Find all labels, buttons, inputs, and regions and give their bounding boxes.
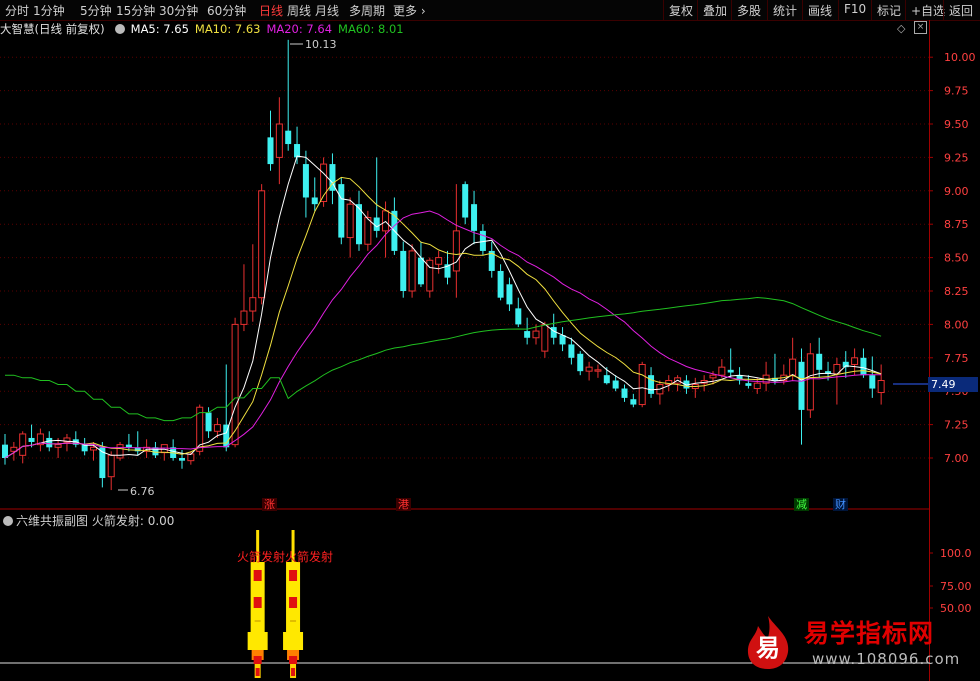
candle-body-down bbox=[648, 375, 655, 394]
indicator-axis-label: 100.0 bbox=[940, 547, 972, 560]
candle-body-up bbox=[753, 382, 761, 390]
candle-body-down bbox=[311, 197, 318, 205]
candle-body-up bbox=[213, 424, 221, 432]
candle-body-up bbox=[275, 123, 283, 158]
candle-body-down bbox=[798, 361, 805, 410]
kline-chart[interactable]: 10.00 9.75 9.50 9.25 9.00 8.75 8.50 8.25 8.00 7.7… bbox=[0, 0, 980, 681]
price-axis-label: 9.00 bbox=[944, 185, 969, 198]
candle-body-down bbox=[497, 270, 504, 298]
candle-body-down bbox=[577, 353, 584, 372]
candle-body-up bbox=[638, 363, 646, 406]
candle-body-down bbox=[28, 437, 35, 442]
candle-body-down bbox=[400, 250, 407, 291]
price-axis-label: 7.75 bbox=[944, 352, 969, 365]
price-axis-label: 7.00 bbox=[944, 452, 969, 465]
candle-body-down bbox=[125, 444, 132, 448]
candle-body-down bbox=[179, 458, 185, 461]
candle-body-up bbox=[382, 210, 390, 232]
high-price-label: 10.13 bbox=[305, 38, 337, 51]
watermark-icon-char: 易 bbox=[756, 634, 780, 662]
candle-body-down bbox=[745, 383, 752, 386]
price-axis-label: 9.75 bbox=[944, 85, 969, 98]
candle-body-down bbox=[294, 144, 301, 158]
indicator-axis-label: 75.00 bbox=[940, 580, 972, 593]
candle-body-down bbox=[568, 344, 575, 358]
candle-body-down bbox=[869, 375, 876, 389]
ma5-line bbox=[4, 155, 882, 459]
candle-body-up bbox=[249, 297, 257, 312]
event-marker-reduce[interactable]: 减 bbox=[794, 498, 809, 511]
ma10-line bbox=[4, 176, 882, 459]
price-axis-label: 8.50 bbox=[944, 252, 969, 265]
rocket-value: 火箭发射: 0.00 bbox=[91, 514, 175, 528]
candle-body-up bbox=[240, 310, 248, 325]
price-axis-label: 7.25 bbox=[944, 419, 969, 432]
candle-body-down bbox=[205, 412, 212, 432]
price-axis-label: 10.00 bbox=[944, 51, 976, 64]
candle-body-up bbox=[806, 353, 814, 411]
candle-body-up bbox=[90, 446, 97, 451]
rocket-signal-text: 火箭发射火箭发射 bbox=[237, 550, 334, 564]
candle-body-up bbox=[54, 444, 62, 448]
candle-body-up bbox=[532, 330, 540, 339]
price-axis-label: 8.75 bbox=[944, 218, 969, 231]
candle-body-up bbox=[851, 357, 859, 365]
watermark-title: 易学指标网 bbox=[804, 619, 935, 648]
candle-body-down bbox=[612, 380, 619, 389]
candle-body-up bbox=[718, 366, 726, 376]
candle-body-down bbox=[302, 164, 309, 198]
candle-body-down bbox=[417, 257, 424, 285]
candle-body-down bbox=[603, 375, 610, 384]
candle-body-down bbox=[621, 388, 628, 398]
indicator-name[interactable]: 六维共振副图 bbox=[16, 514, 88, 528]
candle-body-up bbox=[160, 444, 168, 454]
indicator-title-bar: 六维共振副图 火箭发射: 0.00 bbox=[3, 512, 174, 529]
watermark: 易 易学指标网 www.108096.com bbox=[742, 608, 978, 678]
candle-body-up bbox=[877, 380, 885, 394]
candle-body-down bbox=[515, 308, 522, 325]
event-marker-hk[interactable]: 港 bbox=[396, 498, 411, 511]
ma60-line bbox=[5, 296, 882, 422]
low-price-label: 6.76 bbox=[130, 485, 155, 498]
current-price-tag: 7.49 bbox=[928, 377, 978, 392]
candle-body-up bbox=[541, 323, 549, 352]
candle-body-down bbox=[373, 217, 380, 231]
ma20-line bbox=[4, 210, 882, 459]
candle-body-up bbox=[19, 433, 27, 456]
candle-body-down bbox=[338, 184, 345, 238]
event-marker-finance[interactable]: 财 bbox=[833, 498, 848, 511]
candle-body-up bbox=[585, 366, 593, 372]
candle-body-down bbox=[46, 437, 53, 448]
candle-body-down bbox=[727, 369, 734, 373]
candle-body-up bbox=[789, 358, 797, 376]
candle-body-down bbox=[816, 353, 823, 370]
price-axis-label: 8.00 bbox=[944, 318, 969, 331]
candle-body-up bbox=[709, 374, 717, 379]
price-axis-label: 9.50 bbox=[944, 118, 969, 131]
watermark-url: www.108096.com bbox=[812, 650, 961, 668]
price-axis-label: 8.25 bbox=[944, 285, 969, 298]
candle-body-up bbox=[408, 250, 416, 292]
candle-body-down bbox=[267, 137, 274, 165]
candle-body-up bbox=[346, 203, 354, 239]
candle-body-up bbox=[594, 369, 602, 372]
candle-body-up bbox=[452, 230, 460, 272]
candle-body-down bbox=[524, 331, 531, 338]
candle-body-down bbox=[630, 399, 637, 405]
candle-body-down bbox=[471, 204, 478, 231]
candle-body-down bbox=[506, 284, 513, 305]
candle-body-up bbox=[258, 190, 266, 299]
candle-body-up bbox=[116, 444, 124, 459]
candle-body-down bbox=[860, 357, 867, 376]
indicator-gear-icon[interactable] bbox=[3, 516, 13, 526]
event-marker-rise[interactable]: 涨 bbox=[262, 498, 277, 511]
candle-body-up bbox=[364, 217, 372, 245]
price-axis-label: 9.25 bbox=[944, 151, 969, 164]
candle-body-down bbox=[462, 184, 469, 218]
candle-body-down bbox=[285, 130, 292, 145]
candle-body-down bbox=[2, 444, 8, 458]
candle-body-up bbox=[435, 257, 443, 265]
candle-body-up bbox=[107, 454, 115, 478]
